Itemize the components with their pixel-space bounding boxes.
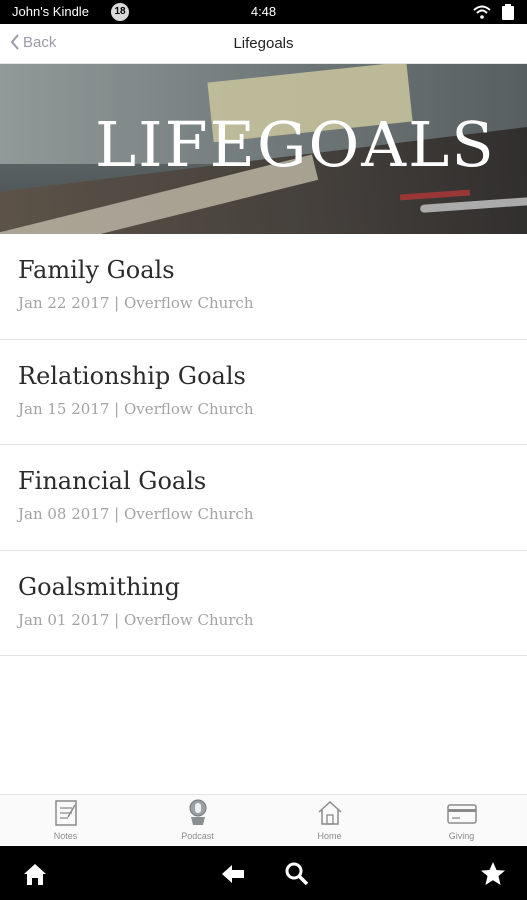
tab-podcast[interactable]: Podcast (132, 795, 263, 847)
system-back-button[interactable] (220, 861, 246, 887)
status-time: 4:48 (250, 4, 277, 19)
credit-card-icon (446, 804, 477, 824)
home-icon (317, 800, 342, 825)
notes-icon (54, 800, 77, 826)
wifi-icon (473, 5, 491, 19)
system-search-button[interactable] (284, 861, 310, 887)
item-subtitle: Jan 15 2017 | Overflow Church (18, 399, 254, 418)
item-subtitle: Jan 01 2017 | Overflow Church (18, 610, 254, 629)
series-logo: LIFEGOALS (95, 108, 496, 181)
sermon-list: Family Goals Jan 22 2017 | Overflow Chur… (0, 234, 527, 656)
item-title: Relationship Goals (18, 361, 246, 390)
system-nav-bar (0, 846, 527, 900)
tab-home[interactable]: Home (264, 795, 395, 847)
tab-notes[interactable]: Notes (0, 795, 131, 847)
tab-label: Podcast (181, 831, 214, 841)
podcast-icon (189, 799, 206, 825)
tab-label: Notes (53, 831, 78, 841)
battery-icon (502, 4, 514, 20)
item-subtitle: Jan 08 2017 | Overflow Church (18, 505, 254, 523)
tab-label: Giving (448, 831, 475, 841)
list-item[interactable]: Relationship Goals Jan 15 2017 | Overflo… (0, 340, 527, 445)
system-favorites-button[interactable] (480, 861, 506, 887)
tab-giving[interactable]: Giving (396, 795, 527, 847)
item-subtitle: Jan 22 2017 | Overflow Church (18, 294, 254, 312)
status-icons (473, 4, 515, 20)
list-item[interactable]: Goalsmithing Jan 01 2017 | Overflow Chur… (0, 551, 527, 656)
star-icon (481, 862, 505, 885)
back-arrow-icon (222, 865, 244, 883)
tab-label: Home (317, 831, 342, 841)
list-item[interactable]: Family Goals Jan 22 2017 | Overflow Chur… (0, 234, 527, 340)
search-icon (285, 862, 309, 886)
system-home-button[interactable] (22, 861, 48, 887)
list-item[interactable]: Financial Goals Jan 08 2017 | Overflow C… (0, 445, 527, 551)
status-bar: John's Kindle 18 4:48 (0, 0, 527, 24)
page-title: Lifegoals (233, 35, 294, 52)
tab-bar: Notes Podcast Home Giving (0, 794, 527, 846)
home-icon (24, 864, 46, 885)
item-title: Goalsmithing (18, 572, 180, 601)
title-bar: Back Lifegoals (0, 24, 527, 64)
item-title: Financial Goals (18, 467, 207, 495)
item-title: Family Goals (18, 256, 175, 284)
series-banner-image: LIFEGOALS (0, 64, 527, 234)
